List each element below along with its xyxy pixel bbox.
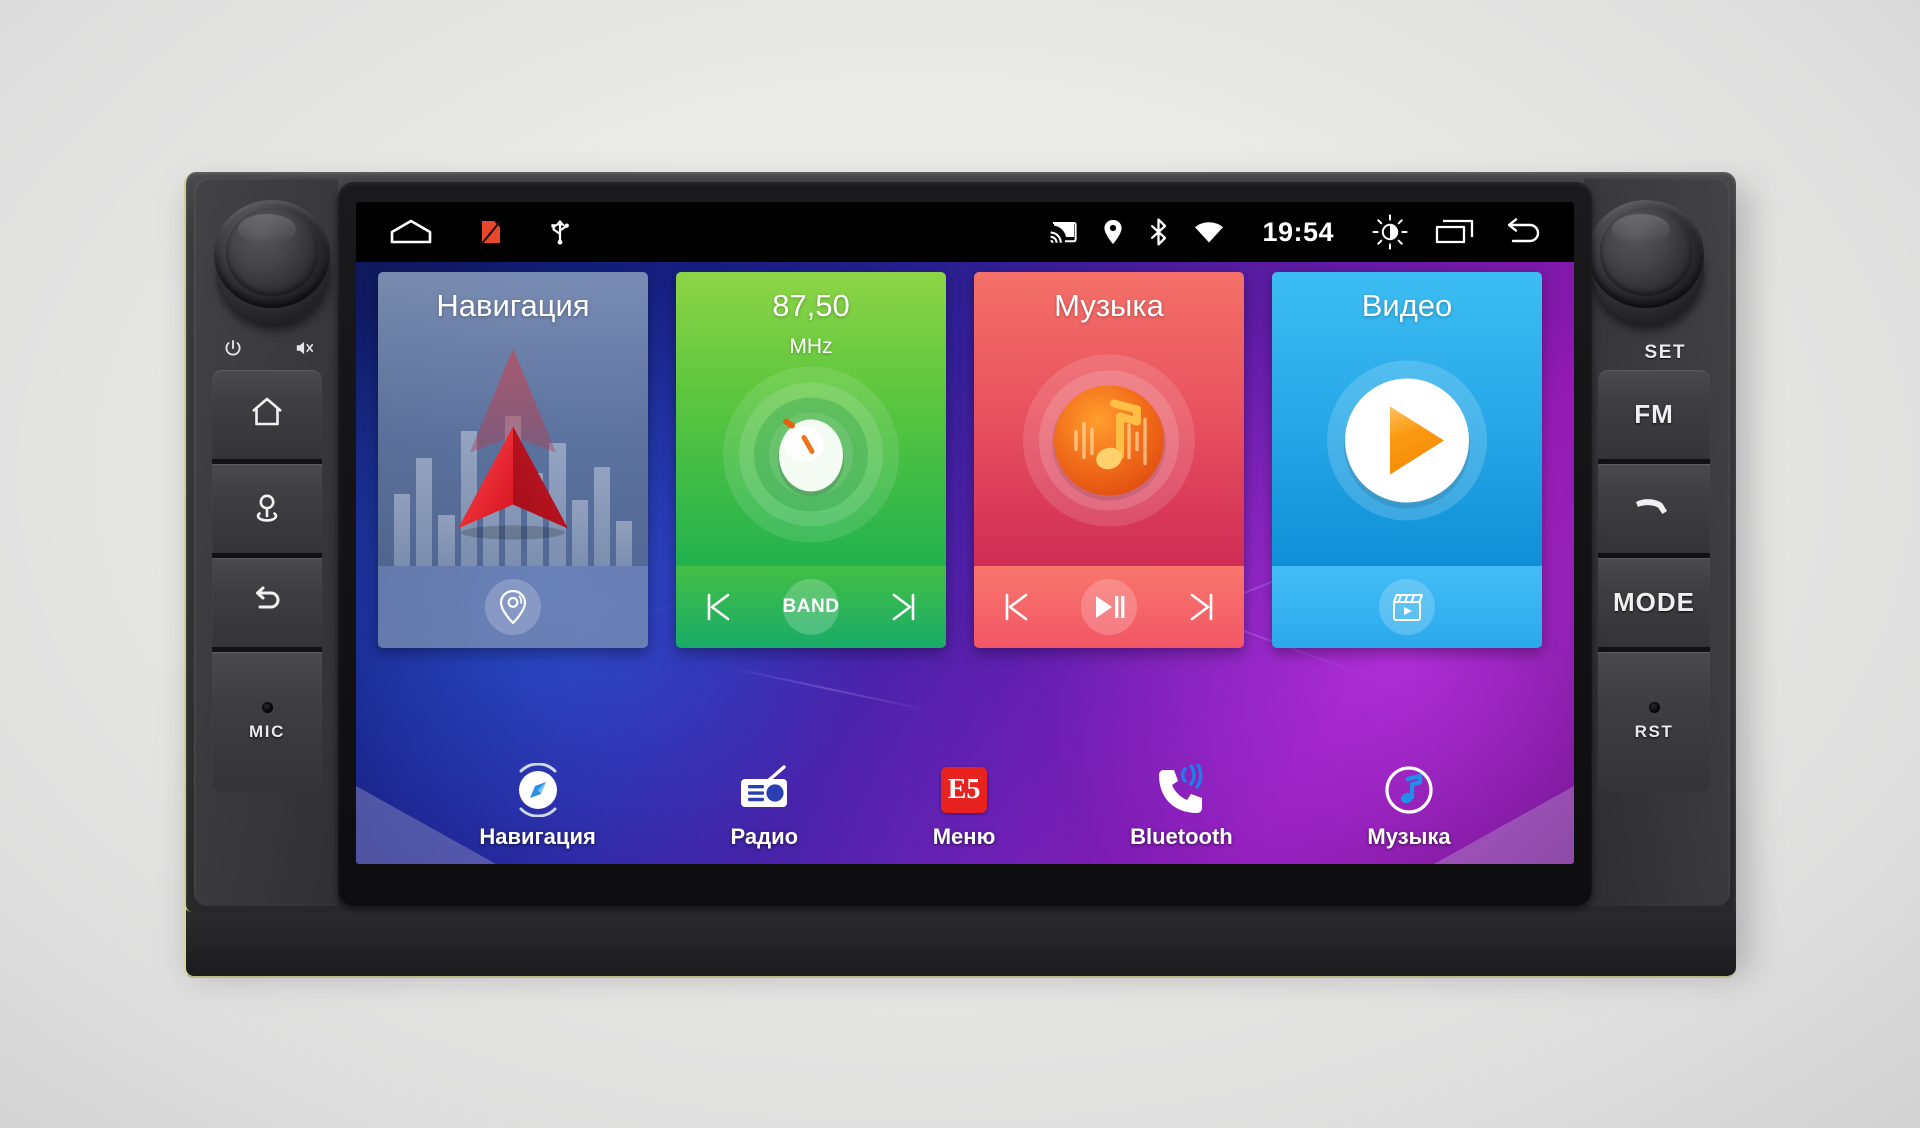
card-navigation-title: Навигация [436,288,590,323]
reset-pinhole-icon [1648,702,1660,713]
chassis: MIC SET FM MODE RST 19:54 Навигация 87,5… [184,172,1736,912]
radio-band-button[interactable]: BAND [783,579,839,635]
bluetooth-icon[interactable] [1149,218,1168,246]
fm-label: FM [1634,399,1674,429]
sim-card-off-icon [480,219,502,245]
hw-home-button[interactable] [212,370,322,464]
e5-badge: E5 [941,767,988,813]
hw-mic[interactable]: MIC [212,652,322,792]
video-library-button[interactable] [1379,579,1435,635]
music-note-circle-icon [1382,763,1436,817]
right-button-stack: FM MODE RST [1598,370,1710,898]
dock-item-bluetooth[interactable]: Bluetooth [1130,763,1233,850]
card-row: Навигация 87,50 MHz BAND Музыка Видео [378,272,1554,648]
card-music-title: Музыка [1054,288,1164,323]
left-control-panel: MIC [194,178,338,906]
radio-icon [737,763,791,817]
dock-item-menu[interactable]: E5 Меню [932,763,996,850]
home-icon [247,393,287,436]
status-left-group [356,218,572,246]
location-pin-icon[interactable] [1103,219,1123,245]
right-control-panel: SET FM MODE RST [1584,178,1730,906]
hw-navigation-button[interactable] [212,464,322,558]
hw-phone-button[interactable] [1598,464,1710,558]
tune-knob[interactable] [1586,200,1710,332]
card-video-body[interactable]: Видео [1272,272,1542,566]
left-button-stack: MIC [212,370,322,898]
card-music-footer [974,566,1244,648]
dock-label-music: Музыка [1367,824,1451,849]
dock-left-skirt [356,786,496,864]
car-head-unit: MIC SET FM MODE RST 19:54 Навигация 87,5… [184,172,1754,978]
dock-label-navigation: Навигация [479,824,596,849]
compass-icon [511,763,565,817]
music-prev-button[interactable] [998,590,1032,624]
hw-mode-button[interactable]: MODE [1598,558,1710,652]
cast-icon[interactable] [1049,220,1078,244]
music-note-icon [1014,345,1204,540]
radio-frequency-value: 87,50 [772,288,850,323]
touchscreen[interactable]: 19:54 Навигация 87,50 MHz BAND Музыка Ви… [356,202,1574,864]
volume-knob[interactable] [212,200,336,332]
usb-icon [548,218,572,246]
card-navigation-footer [378,566,648,648]
dock-right-skirt [1434,786,1574,864]
card-video-footer [1272,566,1542,648]
music-playpause-button[interactable] [1080,579,1137,635]
music-next-button[interactable] [1186,590,1220,624]
card-music-body[interactable]: Музыка [974,272,1244,566]
hw-fm-button[interactable]: FM [1598,370,1710,464]
hw-back-button[interactable] [212,558,322,652]
card-navigation[interactable]: Навигация [378,272,648,648]
dock-item-music[interactable]: Музыка [1367,763,1451,850]
card-navigation-body[interactable]: Навигация [378,272,648,566]
phone-call-icon [1154,763,1208,817]
radio-frequency-unit: MHz [789,335,833,358]
hw-reset[interactable]: RST [1598,652,1710,792]
location-pin-icon [249,488,285,529]
dock-item-navigation[interactable]: Навигация [479,763,596,850]
back-arrow-icon [248,583,286,622]
mute-icon [294,338,316,364]
navigation-arrow-icon [428,340,598,545]
recents-icon[interactable] [1434,217,1476,247]
card-video[interactable]: Видео [1272,272,1542,648]
dock-label-bluetooth: Bluetooth [1130,824,1233,849]
back-arrow-icon[interactable] [1502,217,1546,247]
status-bar: 19:54 [356,202,1574,262]
card-radio-footer: BAND [676,566,946,648]
dock-item-radio[interactable]: Радио [730,763,799,850]
radio-band-label: BAND [782,596,840,617]
phone-handset-icon [1631,492,1677,525]
mic-pinhole-icon [261,702,273,713]
dock-label-radio: Радио [730,824,799,849]
set-label: SET [1644,342,1686,363]
card-music[interactable]: Музыка [974,272,1244,648]
tuner-knob-icon [716,360,906,555]
mic-label: MIC [249,722,285,741]
dock-label-menu: Меню [932,824,996,849]
card-video-title: Видео [1361,288,1453,323]
app-dock: Навигация Радио E5 Меню Bluetooth Музыка [356,749,1574,864]
e5-app-icon: E5 [937,763,991,817]
nav-locate-button[interactable] [485,579,541,635]
home-outline-icon[interactable] [388,218,434,246]
mode-label: MODE [1613,587,1695,617]
screen-bezel: 19:54 Навигация 87,50 MHz BAND Музыка Ви… [338,182,1592,906]
card-radio[interactable]: 87,50 MHz BAND [676,272,946,648]
wifi-icon[interactable] [1194,220,1224,244]
card-radio-body[interactable]: 87,50 MHz [676,272,946,566]
brightness-icon[interactable] [1372,214,1408,250]
radio-next-button[interactable] [888,590,922,624]
radio-prev-button[interactable] [700,590,734,624]
play-circle-icon [1312,345,1502,540]
status-right-group: 19:54 [1049,214,1574,250]
reset-label: RST [1634,722,1674,741]
power-icon [222,338,244,366]
status-clock: 19:54 [1262,216,1334,247]
